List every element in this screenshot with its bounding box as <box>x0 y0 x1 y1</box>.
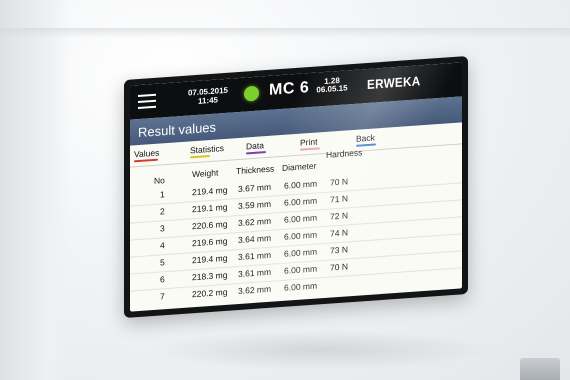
cell-weight: 220.2 mg <box>192 286 228 300</box>
model-label: MC 6 <box>269 79 310 99</box>
cell-no: 4 <box>160 240 165 251</box>
status-led-icon <box>244 85 259 102</box>
column-header-no: No <box>154 175 165 186</box>
tab-statistics-underline <box>190 154 210 159</box>
cell-no: 2 <box>160 206 165 217</box>
tab-data[interactable]: Data <box>246 140 266 156</box>
cell-weight: 219.4 mg <box>192 252 228 266</box>
cell-diameter: 6.00 mm <box>284 229 318 242</box>
housing-shadow <box>150 330 490 370</box>
cell-no: 6 <box>160 274 165 285</box>
column-header-hardness: Hardness <box>326 147 363 160</box>
cell-weight: 219.4 mg <box>192 184 228 198</box>
cell-thickness: 3.61 mm <box>238 249 272 263</box>
cell-weight: 219.6 mg <box>192 235 228 249</box>
column-header-diameter: Diameter <box>282 160 317 173</box>
cell-diameter: 6.00 mm <box>284 246 318 259</box>
cell-thickness: 3.67 mm <box>238 181 272 195</box>
tab-values-label: Values <box>134 147 160 160</box>
cell-diameter: 6.00 mm <box>284 212 318 225</box>
device-connector <box>520 358 560 380</box>
touchscreen-bezel: 07.05.2015 11:45 MC 6 1.28 06.05.15 ERWE… <box>124 55 468 318</box>
tab-statistics[interactable]: Statistics <box>190 143 224 160</box>
housing-top-edge <box>0 28 570 38</box>
tab-back[interactable]: Back <box>356 132 376 148</box>
cell-hardness: 71 N <box>330 193 348 205</box>
column-header-weight: Weight <box>192 167 219 180</box>
tab-print-underline <box>300 147 320 151</box>
cell-thickness: 3.59 mm <box>238 198 272 212</box>
cell-diameter: 6.00 mm <box>284 280 318 293</box>
tab-data-label: Data <box>246 140 264 152</box>
cell-thickness: 3.62 mm <box>238 215 272 229</box>
cell-hardness: 70 N <box>330 176 348 188</box>
cell-no: 3 <box>160 223 165 234</box>
cell-hardness: 72 N <box>330 210 348 222</box>
column-header-thickness: Thickness <box>236 163 275 177</box>
tab-print-label: Print <box>300 136 318 148</box>
cell-no: 7 <box>160 291 165 302</box>
tab-statistics-label: Statistics <box>190 143 225 156</box>
cell-weight: 220.6 mg <box>192 218 228 232</box>
tab-data-underline <box>246 151 266 155</box>
tab-values-underline <box>134 158 158 163</box>
version-display: 1.28 06.05.15 <box>312 76 352 95</box>
cell-diameter: 6.00 mm <box>284 263 318 276</box>
touchscreen: 07.05.2015 11:45 MC 6 1.28 06.05.15 ERWE… <box>130 62 462 312</box>
tab-back-underline <box>356 143 376 147</box>
cell-thickness: 3.64 mm <box>238 232 272 246</box>
menu-icon[interactable] <box>138 93 156 110</box>
cell-no: 1 <box>160 189 165 200</box>
tab-print[interactable]: Print <box>300 136 320 152</box>
page-title: Result values <box>138 119 217 141</box>
cell-weight: 218.3 mg <box>192 269 228 283</box>
cell-weight: 219.1 mg <box>192 201 228 215</box>
housing-edge <box>0 0 70 380</box>
tab-back-label: Back <box>356 132 375 144</box>
brand-logo: ERWEKA <box>367 73 421 93</box>
cell-no: 5 <box>160 257 165 268</box>
results-table: No Weight Thickness Diameter Hardness 1 … <box>130 144 462 311</box>
cell-thickness: 3.62 mm <box>238 283 272 297</box>
cell-hardness: 73 N <box>330 244 348 256</box>
datetime-display: 07.05.2015 11:45 <box>178 85 238 107</box>
tab-values[interactable]: Values <box>134 148 159 165</box>
version-date-text: 06.05.15 <box>316 83 348 95</box>
cell-hardness: 74 N <box>330 227 348 239</box>
cell-thickness: 3.61 mm <box>238 266 272 280</box>
cell-diameter: 6.00 mm <box>284 195 318 208</box>
cell-hardness: 70 N <box>330 261 348 273</box>
cell-diameter: 6.00 mm <box>284 178 318 191</box>
